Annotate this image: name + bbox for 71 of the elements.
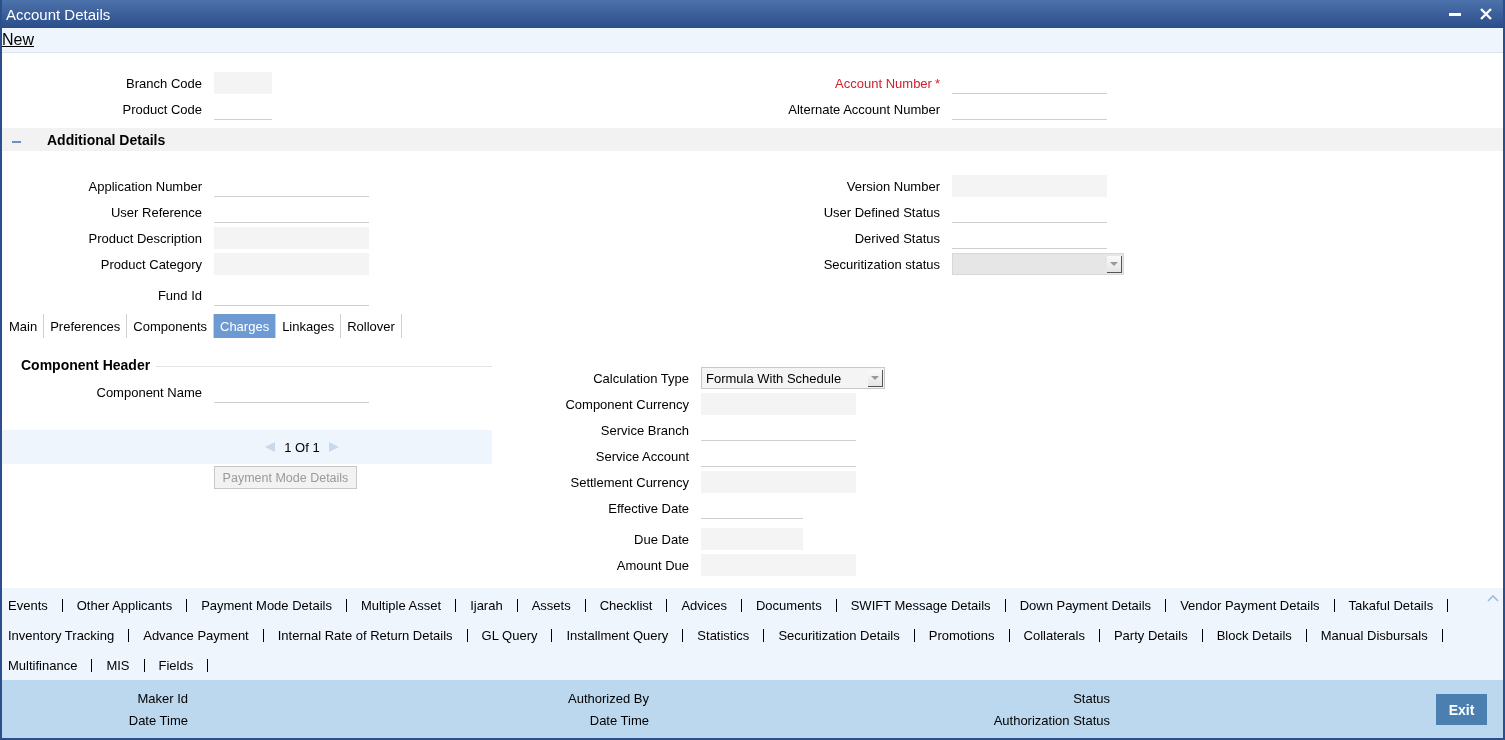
audit-label: Date Time bbox=[588, 713, 649, 728]
link[interactable]: Assets bbox=[531, 597, 571, 613]
field-label: Version Number bbox=[845, 178, 940, 194]
exit-button[interactable]: Exit bbox=[1436, 694, 1487, 725]
field-label: Component Name bbox=[95, 384, 202, 400]
field-label: Securitization status bbox=[822, 256, 940, 272]
link[interactable]: Securitization Details bbox=[778, 627, 900, 643]
link[interactable]: Installment Query bbox=[566, 627, 669, 643]
link[interactable]: Ijarah bbox=[470, 597, 503, 613]
link[interactable]: Statistics bbox=[697, 627, 750, 643]
link[interactable]: Fields bbox=[158, 657, 194, 673]
link[interactable]: Other Applicants bbox=[76, 597, 173, 613]
field-label: Component Currency bbox=[564, 396, 689, 412]
link[interactable]: MIS bbox=[106, 657, 130, 673]
audit-label: Date Time bbox=[127, 713, 188, 728]
link[interactable]: Events bbox=[8, 597, 48, 613]
tab[interactable]: Rollover bbox=[341, 314, 402, 338]
link[interactable]: Party Details bbox=[1113, 627, 1188, 643]
field-label: Product Code bbox=[121, 101, 202, 117]
link[interactable]: GL Query bbox=[481, 627, 538, 643]
field-label: Alternate Account Number bbox=[787, 101, 940, 117]
previous-icon[interactable] bbox=[264, 441, 277, 453]
field-label: Service Branch bbox=[599, 422, 689, 438]
field-label: Amount Due bbox=[615, 557, 689, 573]
tab[interactable]: Preferences bbox=[44, 314, 128, 338]
section-title: Component Header bbox=[21, 357, 151, 373]
close-icon[interactable] bbox=[1479, 7, 1493, 21]
link[interactable]: Vendor Payment Details bbox=[1180, 597, 1320, 613]
field-label: Effective Date bbox=[607, 500, 689, 516]
new-link[interactable]: New bbox=[2, 31, 34, 49]
field-label: Due Date bbox=[633, 531, 689, 547]
link[interactable]: SWIFT Message Details bbox=[850, 597, 991, 613]
field-label: Fund Id bbox=[156, 287, 202, 303]
link[interactable]: Down Payment Details bbox=[1019, 597, 1152, 613]
link[interactable]: Advices bbox=[681, 597, 727, 613]
field-label: Calculation Type bbox=[592, 370, 689, 386]
field-label: Product Category bbox=[99, 256, 202, 272]
field-label: User Reference bbox=[109, 204, 202, 220]
page-count: 1 Of 1 bbox=[284, 439, 320, 455]
collapse-icon[interactable] bbox=[1487, 594, 1499, 602]
field-label: Product Description bbox=[87, 230, 202, 246]
link[interactable]: Inventory Tracking bbox=[8, 627, 115, 643]
field-label: Branch Code bbox=[125, 75, 202, 91]
field-label: Settlement Currency bbox=[569, 474, 689, 490]
field-label: Service Account bbox=[594, 448, 689, 464]
field-label: Application Number bbox=[87, 178, 202, 194]
dropdown[interactable]: Formula With Schedule bbox=[701, 367, 885, 389]
tab[interactable]: Main bbox=[3, 314, 45, 338]
window-title: Account Details bbox=[6, 5, 111, 23]
next-icon[interactable] bbox=[327, 441, 340, 453]
link[interactable]: Collaterals bbox=[1023, 627, 1085, 643]
audit-label: Authorized By bbox=[567, 691, 649, 706]
link[interactable]: Checklist bbox=[599, 597, 653, 613]
link[interactable]: Documents bbox=[755, 597, 822, 613]
audit-label: Maker Id bbox=[136, 691, 188, 706]
tab[interactable]: Linkages bbox=[276, 314, 342, 338]
section-header[interactable]: Additional Details bbox=[2, 128, 1503, 151]
link[interactable]: Multiple Asset bbox=[360, 597, 442, 613]
audit-label: Authorization Status bbox=[992, 713, 1110, 728]
link[interactable]: Payment Mode Details bbox=[201, 597, 332, 613]
link[interactable]: Manual Disbursals bbox=[1320, 627, 1428, 643]
field-label: User Defined Status bbox=[822, 204, 940, 220]
link[interactable]: Advance Payment bbox=[143, 627, 249, 643]
link[interactable]: Block Details bbox=[1216, 627, 1292, 643]
audit-label: Status bbox=[1072, 691, 1110, 706]
link[interactable]: Multifinance bbox=[8, 657, 78, 673]
field-label: Derived Status bbox=[853, 230, 940, 246]
field-label: Account Number * bbox=[834, 75, 940, 91]
link[interactable]: Takaful Details bbox=[1348, 597, 1434, 613]
link[interactable]: Promotions bbox=[928, 627, 995, 643]
link[interactable]: Internal Rate of Return Details bbox=[277, 627, 453, 643]
